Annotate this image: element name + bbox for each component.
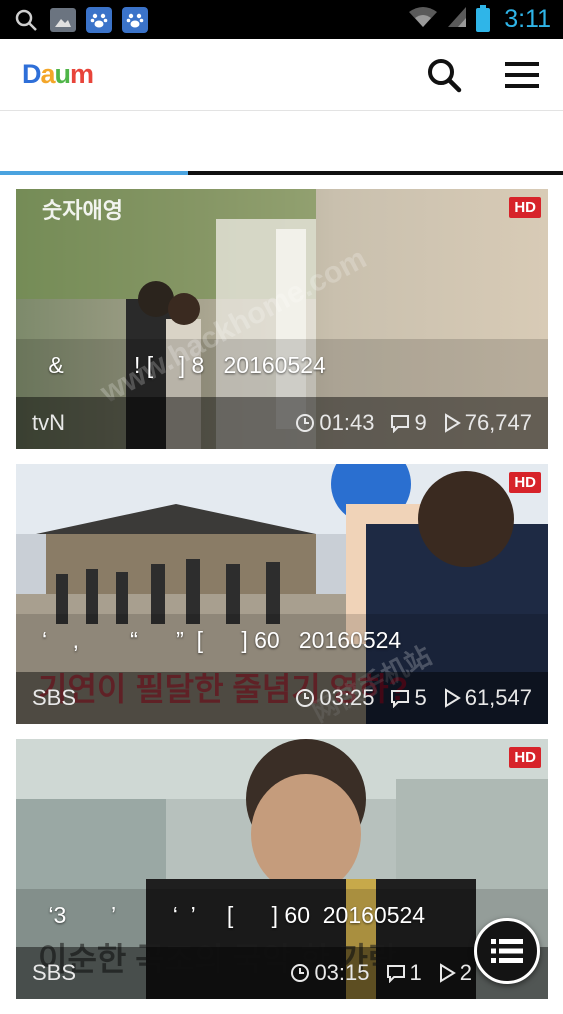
- video-title: ‘3 ’ ‘ ’ [ ] 60 20160524: [42, 902, 426, 928]
- comment-count: 9: [390, 410, 427, 436]
- duration: 03:15: [290, 960, 370, 986]
- clock-icon: [291, 964, 310, 982]
- app-header: Daum: [0, 39, 563, 111]
- play-icon: [444, 688, 461, 708]
- video-meta-bar: tvN 01:43 9 76,747: [16, 397, 548, 449]
- search-icon: [12, 6, 40, 34]
- notification-icons: [12, 6, 148, 34]
- baidu-paw-icon: [122, 6, 148, 33]
- video-feed: 숫자애영 www.hackhome.com HD & ! [ ] 8 20160…: [16, 189, 548, 1014]
- video-card[interactable]: 숫자애영 www.hackhome.com HD & ! [ ] 8 20160…: [16, 189, 548, 449]
- status-bar: 3:11: [0, 0, 563, 39]
- signal-icon: [446, 5, 468, 34]
- duration: 01:43: [295, 410, 374, 436]
- clock: 3:11: [504, 5, 551, 33]
- battery-icon: [476, 4, 491, 32]
- search-icon: [428, 58, 462, 92]
- comment-icon: [391, 690, 410, 708]
- tab-strip[interactable]: [0, 111, 563, 175]
- list-icon: [491, 939, 523, 963]
- menu-button[interactable]: [503, 56, 541, 94]
- system-icons: 3:11: [408, 4, 551, 34]
- comment-count: 1: [386, 960, 422, 986]
- clock-icon: [296, 414, 315, 432]
- hd-badge: HD: [509, 197, 541, 218]
- clock-icon: [296, 689, 315, 707]
- video-card[interactable]: 기연이 필달한 줄념기 영하? 网侠手机站 HD ‘ , “ ” [ ] 60 …: [16, 464, 548, 724]
- hd-badge: HD: [509, 747, 541, 768]
- video-card[interactable]: 이순한 곡조의 국악 한 가락 HD ‘3 ’ ‘ ’ [ ] 60 20160…: [16, 739, 548, 999]
- view-count: 76,747: [443, 410, 532, 436]
- play-icon: [444, 413, 461, 433]
- active-tab-indicator: [0, 171, 188, 175]
- hamburger-menu-icon: [505, 61, 539, 88]
- channel-name: SBS: [32, 685, 77, 710]
- comment-icon: [386, 965, 405, 983]
- daum-logo[interactable]: Daum: [22, 59, 94, 90]
- video-title: ‘ , “ ” [ ] 60 20160524: [42, 627, 402, 653]
- search-button[interactable]: [425, 56, 463, 94]
- baidu-paw-icon: [86, 6, 112, 33]
- video-meta-bar: SBS 03:15 1 2: [16, 947, 548, 999]
- view-count: 61,547: [443, 685, 532, 711]
- comment-icon: [391, 415, 410, 433]
- wifi-icon: [408, 6, 438, 33]
- channel-name: SBS: [32, 960, 77, 985]
- channel-name: tvN: [32, 410, 65, 435]
- list-view-button[interactable]: [474, 918, 540, 984]
- video-meta-bar: SBS 03:25 5 61,547: [16, 672, 548, 724]
- comment-count: 5: [390, 685, 427, 711]
- play-icon: [439, 963, 456, 983]
- hd-badge: HD: [509, 472, 541, 493]
- duration: 03:25: [295, 685, 374, 711]
- video-title: & ! [ ] 8 20160524: [42, 352, 326, 378]
- program-logo: 숫자애영: [42, 198, 123, 223]
- image-icon: [50, 7, 76, 32]
- view-count: 2: [438, 960, 472, 986]
